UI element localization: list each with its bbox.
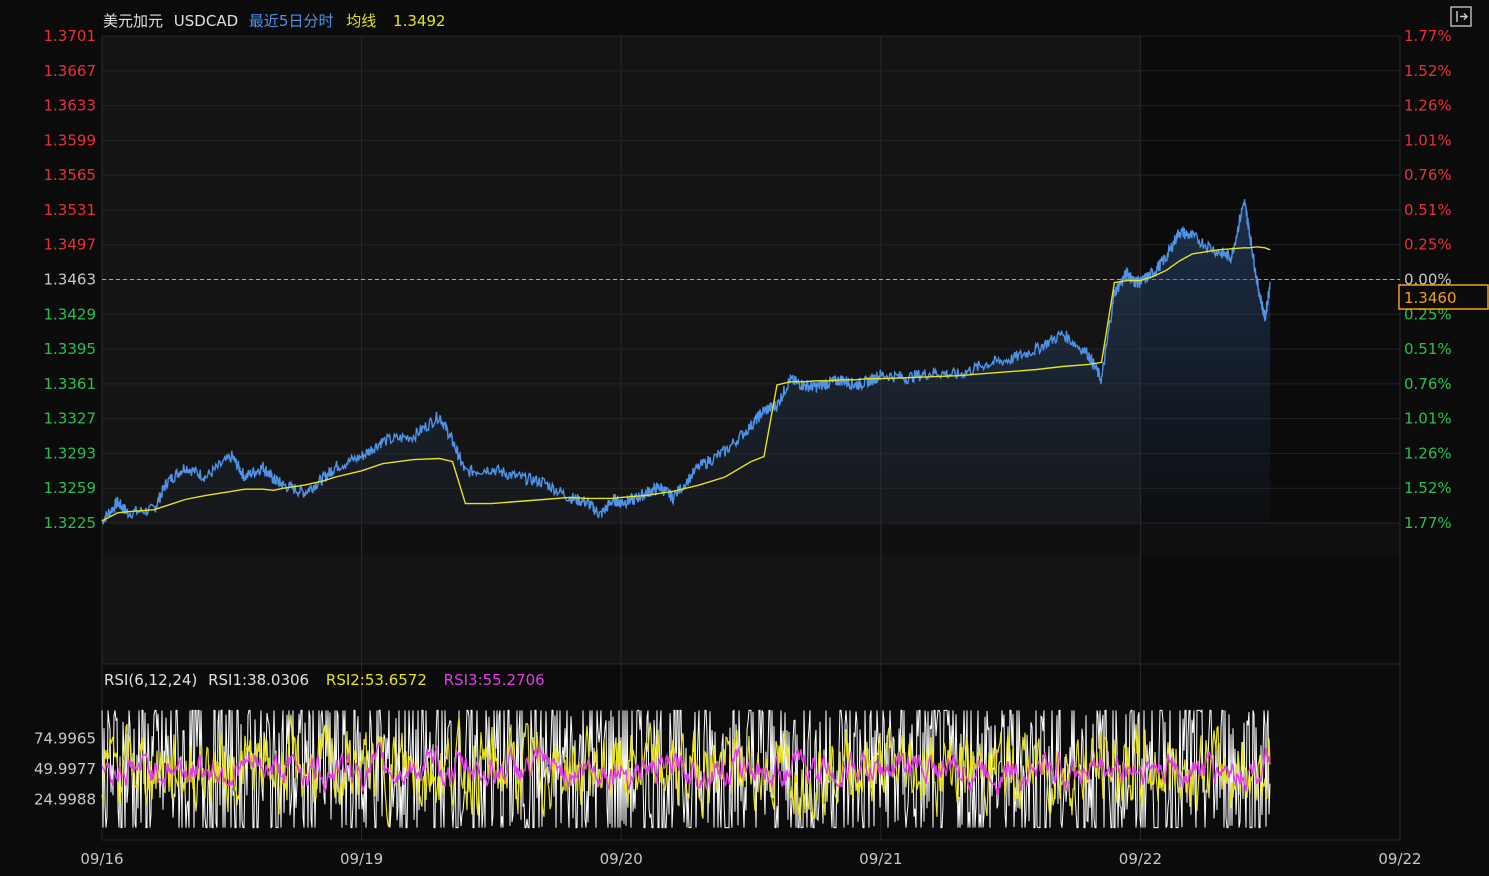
price-tick-label: 1.3225 (44, 514, 97, 532)
date-tick-label: 09/21 (859, 850, 902, 868)
percent-tick-label: 1.01% (1404, 131, 1452, 149)
current-price-tag: 1.3460 (1398, 284, 1489, 310)
date-tick-label: 09/22 (1119, 850, 1162, 868)
percent-tick-label: 0.51% (1404, 201, 1452, 219)
header-line: 美元加元 USDCAD 最近5日分时 均线 1.3492 (103, 12, 446, 30)
rsi-tick-label: 49.9977 (34, 760, 96, 778)
date-tick-label: 09/20 (600, 850, 643, 868)
price-tick-label: 1.3293 (44, 444, 97, 462)
percent-tick-label: 1.77% (1404, 514, 1452, 532)
rsi-tick-label: 74.9965 (34, 730, 96, 748)
percent-tick-label: 0.51% (1404, 340, 1452, 358)
price-tick-label: 1.3701 (44, 27, 97, 45)
period-label: 最近5日分时 (249, 12, 334, 30)
percent-tick-label: 0.25% (1404, 236, 1452, 254)
price-tick-label: 1.3565 (44, 166, 97, 184)
ma-label: 均线 (346, 12, 376, 30)
price-tick-label: 1.3395 (44, 340, 97, 358)
rsi1-value: RSI1:38.0306 (208, 671, 309, 689)
percent-axis-right: 1.77%1.52%1.26%1.01%0.76%0.51%0.25%0.00%… (1404, 27, 1452, 532)
rsi-tick-label: 24.9988 (34, 791, 96, 809)
price-axis-left: 1.3701 1.3667 1.3633 1.3599 1.3565 1.3531 1.34… (44, 27, 97, 532)
usdcad-chart: 1.3701 1.3667 1.3633 1.3599 1.3565 1.3531 1.34… (0, 0, 1489, 876)
price-tick-label: 1.3259 (44, 479, 97, 497)
percent-tick-label: 1.52% (1404, 479, 1452, 497)
instrument-symbol: USDCAD (174, 12, 238, 30)
instrument-name: 美元加元 (103, 12, 163, 30)
percent-tick-label: 1.01% (1404, 410, 1452, 428)
ma-value: 1.3492 (393, 12, 446, 30)
date-tick-label: 09/16 (80, 850, 123, 868)
price-tick-label: 1.3429 (44, 305, 97, 323)
percent-tick-label: 0.76% (1404, 375, 1452, 393)
price-lower-band (102, 523, 1400, 555)
rsi-axis: 74.9965 49.9977 24.9988 (34, 730, 96, 809)
price-tick-label: 1.3667 (44, 62, 97, 80)
percent-tick-label: 1.52% (1404, 62, 1452, 80)
percent-tick-label: 1.26% (1404, 444, 1452, 462)
price-tick-label: 1.3463 (44, 271, 97, 289)
rsi-label: RSI(6,12,24) (104, 671, 197, 689)
price-tick-label: 1.3599 (44, 131, 97, 149)
rsi3-value: RSI3:55.2706 (444, 671, 545, 689)
price-tick-label: 1.3497 (44, 236, 97, 254)
percent-tick-label: 0.76% (1404, 166, 1452, 184)
percent-tick-label: 1.26% (1404, 97, 1452, 115)
rsi2-value: RSI2:53.6572 (326, 671, 427, 689)
price-tick-label: 1.3327 (44, 410, 97, 428)
price-tick-label: 1.3633 (44, 97, 97, 115)
price-tick-label: 1.3531 (44, 201, 97, 219)
date-tick-label: 09/19 (340, 850, 383, 868)
current-price-label: 1.3460 (1404, 289, 1457, 307)
price-tick-label: 1.3361 (44, 375, 97, 393)
percent-tick-label: 1.77% (1404, 27, 1452, 45)
date-tick-label: 09/22 (1378, 850, 1421, 868)
